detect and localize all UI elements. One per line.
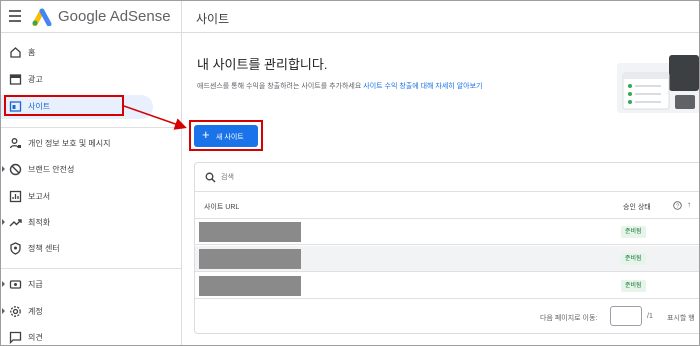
sidebar-item-label: 지급 [28, 280, 43, 289]
sidebar-item-label: 정책 센터 [28, 244, 60, 253]
menu-icon[interactable] [9, 10, 21, 22]
sidebar-item-label: 브랜드 안전성 [28, 165, 75, 174]
column-header-status[interactable]: 승인 상태 [623, 202, 651, 212]
sites-illustration [617, 55, 699, 113]
search-input[interactable] [221, 169, 421, 185]
status-badge: 준비됨 [621, 226, 646, 238]
search-icon [205, 172, 216, 183]
table-row[interactable]: 준비됨 [195, 219, 699, 245]
sidebar-item-label: 최적화 [28, 218, 51, 227]
expand-caret-icon [2, 166, 5, 172]
feedback-icon [9, 331, 22, 344]
app-title: Google AdSense [58, 8, 171, 25]
sidebar-item-home[interactable]: 홈 [1, 41, 181, 65]
pagination-label: 다음 페이지로 이동: [540, 315, 598, 322]
page-number-input[interactable] [610, 306, 642, 326]
pagination: 다음 페이지로 이동: /1 표시할 행 [195, 303, 699, 333]
sidebar-item-brand-safety[interactable]: 브랜드 안전성 [1, 158, 181, 182]
sidebar-item-optimization[interactable]: 최적화 [1, 211, 181, 235]
gear-icon [10, 306, 21, 317]
rows-per-page-label: 표시할 행 [667, 315, 695, 322]
sidebar: 홈 광고 사이트 개인 정보 보호 및 메시지 브랜드 안전성 보고서 최적화 [1, 33, 182, 345]
search-bar [195, 163, 699, 192]
table-row[interactable]: 준비됨 [195, 273, 699, 299]
sort-arrow-up-icon[interactable]: ↑ [687, 200, 691, 209]
sidebar-item-feedback[interactable]: 의견 [1, 326, 181, 345]
sidebar-item-reports[interactable]: 보고서 [1, 185, 181, 209]
sidebar-item-label: 의견 [28, 333, 43, 342]
adsense-logo-icon [32, 8, 52, 26]
sidebar-item-ads[interactable]: 광고 [1, 68, 181, 92]
annotation-highlight-new-site [189, 120, 263, 151]
sidebar-item-label: 홈 [28, 48, 36, 57]
sidebar-divider [1, 268, 181, 269]
expand-caret-icon [2, 308, 5, 314]
shield-icon [10, 242, 21, 255]
redacted-site-url [199, 249, 301, 269]
sidebar-item-payments[interactable]: 지급 [1, 273, 181, 297]
redacted-site-url [199, 222, 301, 242]
sidebar-item-label: 보고서 [28, 192, 51, 201]
expand-caret-icon [2, 281, 5, 287]
redacted-site-url [199, 276, 301, 296]
learn-more-link[interactable]: 사이트 수익 창출에 대해 자세히 알아보기 [363, 83, 482, 90]
sidebar-item-label: 계정 [28, 307, 43, 316]
block-icon [9, 163, 22, 176]
privacy-icon [9, 138, 21, 149]
sidebar-item-privacy[interactable]: 개인 정보 보호 및 메시지 [1, 132, 181, 156]
payments-icon [9, 280, 22, 289]
status-badge: 준비됨 [621, 253, 646, 265]
trending-icon [9, 219, 22, 227]
description-text: 애드센스를 통해 수익을 창출하려는 사이트를 추가하세요 [197, 83, 362, 90]
svg-text:?: ? [676, 204, 679, 210]
reports-icon [9, 190, 22, 203]
top-divider [181, 1, 182, 33]
top-bar: Google AdSense 사이트 [1, 1, 699, 33]
page-total: /1 [647, 313, 653, 320]
home-icon [10, 47, 21, 58]
expand-caret-icon [2, 219, 5, 225]
page-description: 애드센스를 통해 수익을 창출하려는 사이트를 추가하세요 사이트 수익 창출에… [197, 81, 482, 91]
sites-table-card: 사이트 URL 승인 상태 ? ↑ 준비됨 준비됨 준비됨 다음 페이지로 이동… [194, 162, 699, 334]
sidebar-item-label: 광고 [28, 75, 43, 84]
sidebar-item-policy-center[interactable]: 정책 센터 [1, 237, 181, 261]
ads-icon [9, 74, 22, 85]
annotation-highlight-sidebar-sites [4, 95, 124, 116]
sidebar-item-label: 개인 정보 보호 및 메시지 [28, 139, 111, 148]
page-title: 사이트 [196, 12, 230, 26]
app-window: Google AdSense 사이트 홈 광고 사이트 개인 정보 보호 및 메… [0, 0, 700, 346]
table-header: 사이트 URL 승인 상태 ? ↑ [195, 192, 699, 219]
column-header-url[interactable]: 사이트 URL [204, 202, 239, 212]
page-heading: 내 사이트를 관리합니다. [197, 57, 328, 72]
help-icon[interactable]: ? [673, 201, 682, 210]
sidebar-divider [1, 127, 181, 128]
status-badge: 준비됨 [621, 280, 646, 292]
sidebar-item-account[interactable]: 계정 [1, 300, 181, 324]
table-row[interactable]: 준비됨 [195, 246, 699, 272]
